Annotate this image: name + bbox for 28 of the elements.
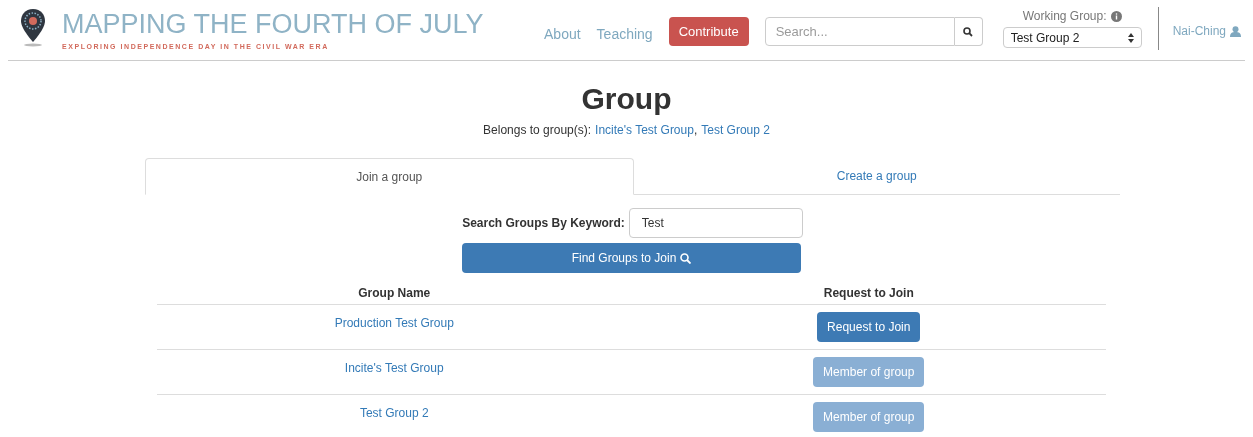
belongs-label: Belongs to group(s): xyxy=(483,122,592,138)
nav-link[interactable]: About xyxy=(544,24,581,45)
contribute-button[interactable]: Contribute xyxy=(668,17,749,46)
select-arrows-icon xyxy=(1127,32,1134,43)
tab[interactable]: Create a group xyxy=(633,158,1120,194)
keyword-label: Search Groups By Keyword: xyxy=(462,215,625,232)
search-icon xyxy=(963,26,974,37)
user-icon xyxy=(1230,25,1241,37)
search-icon xyxy=(680,252,692,264)
find-groups-button[interactable]: Find Groups to Join xyxy=(462,243,801,273)
search-button[interactable] xyxy=(954,17,983,46)
group-name-link[interactable]: Production Test Group xyxy=(334,314,454,330)
page-title: Group xyxy=(581,81,672,117)
group-link[interactable]: Incite's Test Group xyxy=(595,122,694,138)
nav-link[interactable]: Teaching xyxy=(596,24,653,45)
working-group-label: Working Group: xyxy=(1022,8,1107,25)
tab[interactable]: Join a group xyxy=(145,158,634,195)
map-pin-logo-icon xyxy=(20,8,46,48)
keyword-field[interactable]: Test xyxy=(628,208,803,238)
info-icon[interactable] xyxy=(1110,10,1122,22)
column-header: Group Name xyxy=(357,284,432,302)
search-field[interactable]: Search... xyxy=(764,17,955,46)
separator: , xyxy=(693,122,698,138)
working-group-select[interactable]: Test Group 2 xyxy=(1002,27,1142,48)
column-header: Request to Join xyxy=(822,284,915,302)
join-request-button[interactable]: Request to Join xyxy=(817,312,921,342)
user-menu-link[interactable]: Nai-Ching xyxy=(1172,22,1241,40)
group-link[interactable]: Test Group 2 xyxy=(701,122,770,138)
